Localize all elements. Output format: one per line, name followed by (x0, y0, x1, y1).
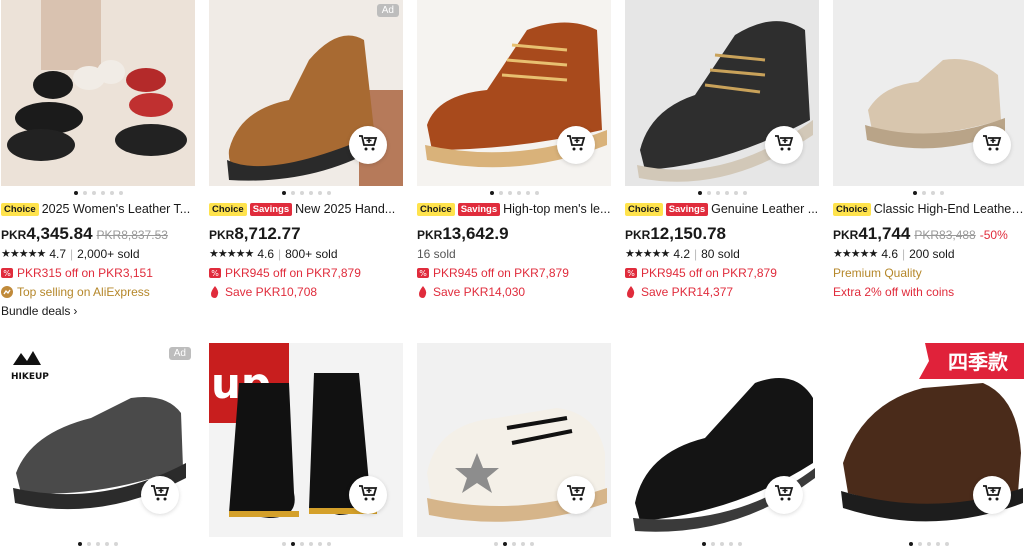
add-to-cart-button[interactable] (765, 476, 803, 514)
cart-plus-icon (358, 134, 378, 157)
discount-percent: -50% (979, 228, 1008, 242)
rating-row: ★★★★★ 4.2 | 80 sold (625, 246, 740, 261)
save-text: Save PKR14,377 (625, 282, 819, 301)
add-to-cart-button[interactable] (973, 126, 1011, 164)
image-pager-dots (625, 186, 819, 200)
image-pager-dots (417, 537, 611, 551)
image-pager-dots (833, 186, 1024, 200)
svg-text:%: % (211, 269, 219, 278)
rating-row: ★★★★★ 4.6 | 800+ sold (209, 246, 338, 261)
cart-plus-icon (982, 484, 1002, 507)
svg-text:%: % (419, 269, 427, 278)
image-pager-dots (417, 186, 611, 200)
savings-badge: Savings (665, 202, 709, 216)
choice-badge: Choice (417, 202, 455, 216)
ad-label: Ad (376, 4, 399, 17)
coupon-text: % PKR945 off on PKR7,879 (625, 263, 819, 282)
cart-plus-icon (150, 484, 170, 507)
price-row: PKR 4,345.84 PKR8,837.53 (1, 224, 168, 243)
flats-photo (1, 0, 195, 186)
svg-text:%: % (3, 269, 11, 278)
coupon-text: % PKR945 off on PKR7,879 (417, 263, 611, 282)
bundle-deals-link[interactable]: Bundle deals › (1, 301, 195, 320)
svg-text:%: % (627, 269, 635, 278)
price-row: PKR 13,642.9 (417, 224, 509, 243)
image-pager-dots (209, 537, 403, 551)
original-price: PKR83,488 (914, 228, 976, 242)
product-title[interactable]: Choice 2025 Women's Leather T... (1, 200, 195, 218)
star-rating-icon: ★★★★★ (833, 248, 878, 260)
flame-icon (625, 285, 637, 298)
cart-plus-icon (566, 484, 586, 507)
product-title[interactable]: Choice Savings New 2025 Hand... (209, 200, 403, 218)
add-to-cart-button[interactable] (141, 476, 179, 514)
top-selling-text: Top selling on AliExpress (1, 282, 195, 301)
image-pager-dots (1, 537, 195, 551)
save-text: Save PKR10,708 (209, 282, 403, 301)
price-row: PKR 12,150.78 (625, 224, 726, 243)
rating-row: ★★★★★ 4.7 | 2,000+ sold (1, 246, 140, 261)
flame-icon (209, 285, 221, 298)
choice-badge: Choice (833, 202, 871, 216)
sold-count: 16 sold (417, 246, 456, 261)
original-price: PKR8,837.53 (96, 228, 168, 242)
coupon-text: % PKR945 off on PKR7,879 (209, 263, 403, 282)
image-pager-dots (625, 537, 819, 551)
choice-badge: Choice (625, 202, 663, 216)
coupon-text: % PKR315 off on PKR3,151 (1, 263, 195, 282)
rating-row: ★★★★★ 4.6 | 200 sold (833, 246, 955, 261)
cart-plus-icon (774, 484, 794, 507)
choice-badge: Choice (209, 202, 247, 216)
trending-icon (1, 285, 13, 298)
svg-text:HIKEUP: HIKEUP (11, 372, 49, 382)
product-title[interactable]: Choice Classic High-End Leather... (833, 200, 1024, 218)
svg-text:四季款: 四季款 (948, 350, 1009, 374)
star-rating-icon: ★★★★★ (209, 248, 254, 260)
coupon-icon: % (209, 267, 221, 279)
add-to-cart-button[interactable] (557, 476, 595, 514)
save-text: Save PKR14,030 (417, 282, 611, 301)
product-title[interactable]: Choice Savings High-top men's le... (417, 200, 611, 218)
savings-badge: Savings (249, 202, 293, 216)
premium-quality-text: Premium Quality (833, 265, 922, 280)
product-title[interactable]: Choice Savings Genuine Leather ... (625, 200, 819, 218)
coupon-icon: % (1, 267, 13, 279)
cart-plus-icon (982, 134, 1002, 157)
add-to-cart-button[interactable] (349, 126, 387, 164)
add-to-cart-button[interactable] (973, 476, 1011, 514)
cart-plus-icon (358, 484, 378, 507)
add-to-cart-button[interactable] (349, 476, 387, 514)
cart-plus-icon (566, 134, 586, 157)
star-rating-icon: ★★★★★ (625, 248, 670, 260)
product-card[interactable]: up (209, 343, 403, 551)
add-to-cart-button[interactable] (557, 126, 595, 164)
add-to-cart-button[interactable] (765, 126, 803, 164)
image-pager-dots (1, 186, 195, 200)
price-row: PKR 41,744 PKR83,488 -50% (833, 224, 1008, 243)
flame-icon (417, 285, 429, 298)
star-rating-icon: ★★★★★ (1, 248, 46, 260)
cart-plus-icon (774, 134, 794, 157)
coupon-icon: % (625, 267, 637, 279)
product-image[interactable] (1, 0, 195, 186)
choice-badge: Choice (1, 202, 39, 216)
coupon-icon: % (417, 267, 429, 279)
product-card[interactable] (625, 343, 819, 551)
product-card[interactable] (417, 343, 611, 551)
image-pager-dots (833, 537, 1024, 551)
savings-badge: Savings (457, 202, 501, 216)
price-row: PKR 8,712.77 (209, 224, 301, 243)
ad-label: Ad (168, 347, 191, 360)
coins-offer-text: Extra 2% off with coins (833, 284, 955, 299)
product-card[interactable]: Choice 2025 Women's Leather T... PKR 4,34… (1, 0, 195, 320)
chevron-right-icon: › (73, 303, 78, 318)
product-card[interactable]: HIKEUP Ad (1, 343, 195, 551)
product-card[interactable]: 四季款 (833, 343, 1024, 551)
image-pager-dots (209, 186, 403, 200)
